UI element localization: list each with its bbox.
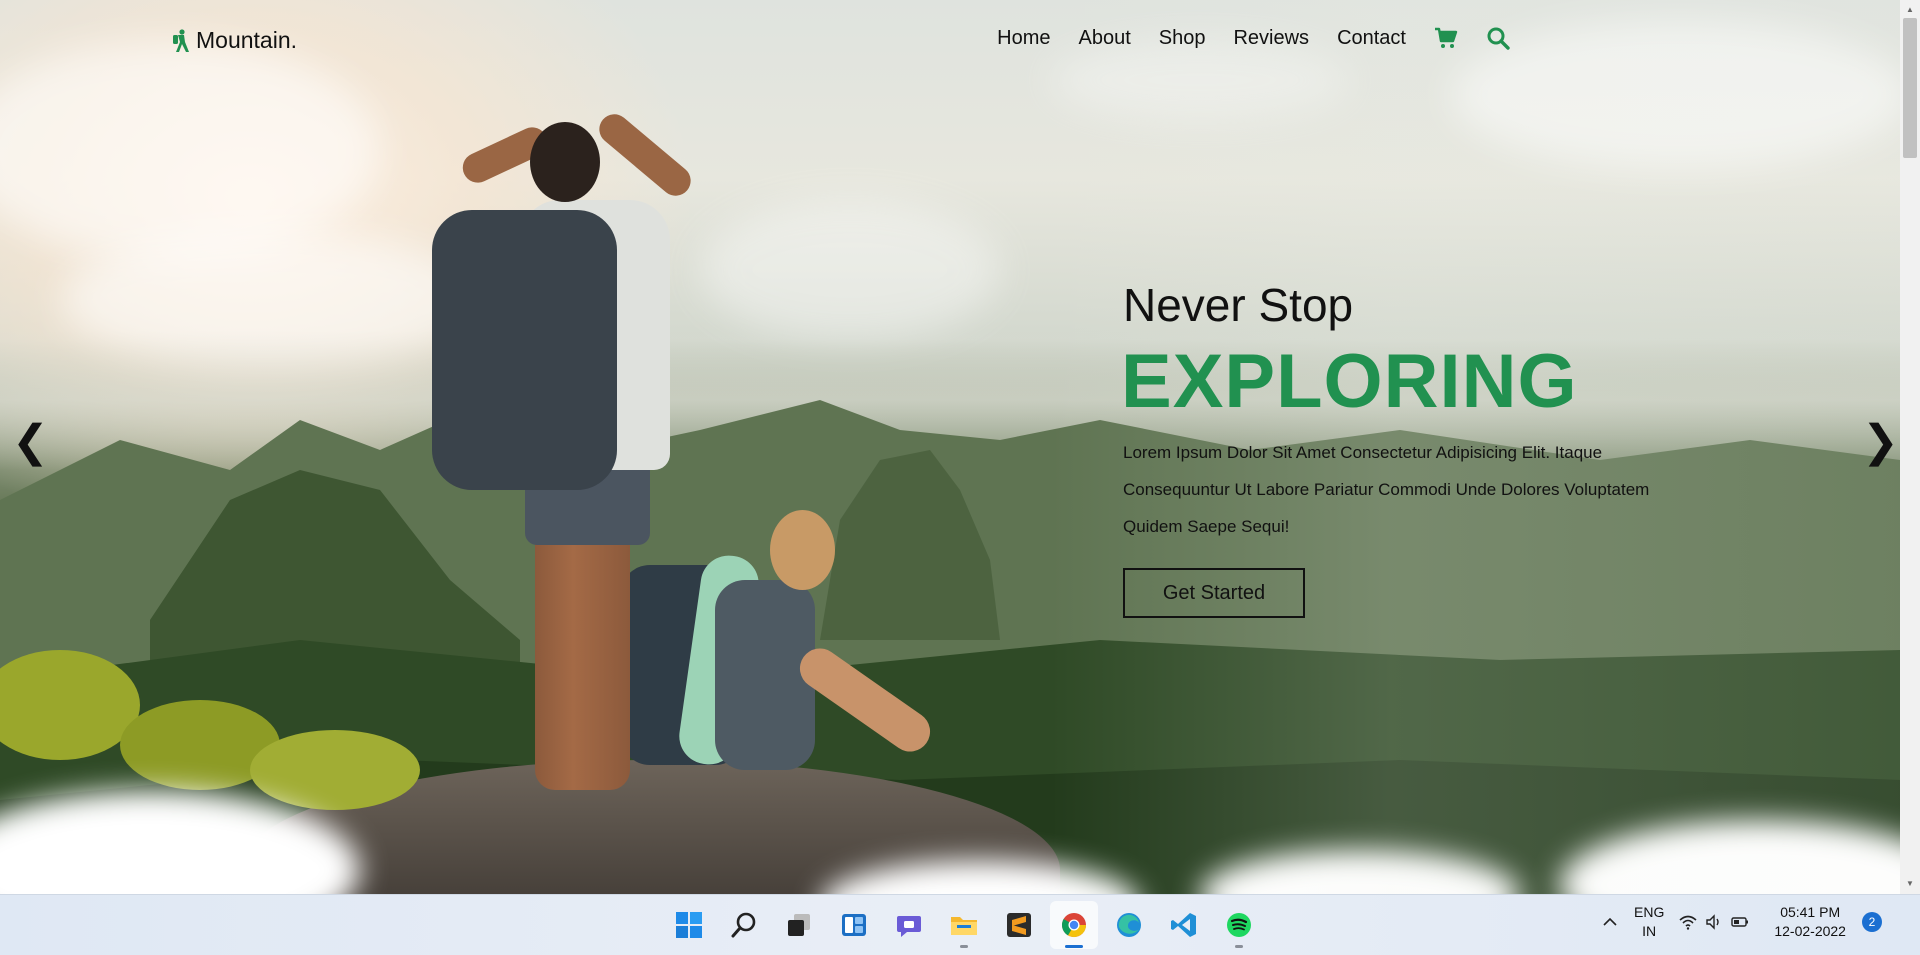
running-indicator xyxy=(960,945,968,948)
lang-region: IN xyxy=(1642,923,1657,939)
search-icon[interactable] xyxy=(1486,26,1510,50)
get-started-button[interactable]: Get Started xyxy=(1123,568,1305,618)
nav-home[interactable]: Home xyxy=(997,27,1050,50)
search-icon xyxy=(731,912,756,938)
windows-taskbar: ENG IN 05:41 PM 12-02-2022 2 xyxy=(0,894,1920,955)
shrub xyxy=(250,730,420,810)
edge-button[interactable] xyxy=(1105,901,1153,949)
chat-icon xyxy=(897,916,921,937)
slider-next-arrow[interactable]: ❯ xyxy=(1862,420,1899,464)
task-view-button[interactable] xyxy=(775,901,823,949)
widgets-button[interactable] xyxy=(830,901,878,949)
logo-text: Mountain. xyxy=(196,27,298,53)
cart-icon[interactable] xyxy=(1434,26,1458,50)
language-indicator[interactable]: ENG IN xyxy=(1634,903,1664,941)
main-nav: Home About Shop Reviews Contact xyxy=(997,26,1510,50)
clock-date: 12-02-2022 xyxy=(1774,923,1846,939)
quick-settings[interactable] xyxy=(1678,912,1750,932)
folder-icon xyxy=(951,917,977,935)
nav-contact[interactable]: Contact xyxy=(1337,27,1406,50)
clock-time: 05:41 PM xyxy=(1780,904,1841,920)
widgets-icon xyxy=(842,914,866,936)
lang-code: ENG xyxy=(1634,904,1665,920)
sublime-text-icon xyxy=(1007,913,1031,937)
wifi-icon xyxy=(1679,915,1697,930)
sublime-text-button[interactable] xyxy=(995,901,1043,949)
chevron-up-icon[interactable] xyxy=(1600,912,1620,932)
male-hiker-legs xyxy=(535,520,630,790)
chrome-button[interactable] xyxy=(1050,901,1098,949)
edge-icon xyxy=(1117,913,1141,937)
spotify-button[interactable] xyxy=(1215,901,1263,949)
scroll-thumb[interactable] xyxy=(1903,18,1917,158)
nav-reviews[interactable]: Reviews xyxy=(1233,27,1309,50)
vs-code-button[interactable] xyxy=(1160,901,1208,949)
file-explorer-button[interactable] xyxy=(940,901,988,949)
teams-chat-button[interactable] xyxy=(885,901,933,949)
start-button[interactable] xyxy=(665,901,713,949)
hero-description: Lorem Ipsum Dolor Sit Amet Consectetur A… xyxy=(1123,443,1650,536)
page-scrollbar[interactable]: ▲ ▼ xyxy=(1900,0,1920,894)
hero-title: EXPLORING xyxy=(1121,339,1578,424)
hero-section: Mountain. Home About Shop Reviews Contac… xyxy=(0,0,1900,894)
nav-shop[interactable]: Shop xyxy=(1159,27,1206,50)
cloud xyxy=(700,200,1000,340)
nav-about[interactable]: About xyxy=(1079,27,1131,50)
male-hiker-head xyxy=(530,122,600,202)
hiker-icon xyxy=(173,28,189,52)
notification-badge[interactable]: 2 xyxy=(1861,912,1882,932)
vs-code-icon xyxy=(1171,913,1196,937)
hero-subtitle: Never Stop xyxy=(1123,279,1354,331)
female-hiker-head xyxy=(770,510,835,590)
scroll-down-arrow-icon[interactable]: ▼ xyxy=(1900,876,1920,892)
battery-icon xyxy=(1731,917,1749,927)
taskbar-apps xyxy=(665,901,1263,949)
scroll-up-arrow-icon[interactable]: ▲ xyxy=(1900,2,1920,18)
active-indicator xyxy=(1065,945,1083,948)
clock[interactable]: 05:41 PM 12-02-2022 xyxy=(1774,903,1846,941)
chrome-icon xyxy=(1061,913,1086,938)
site-logo[interactable]: Mountain. xyxy=(170,27,297,54)
taskbar-search-button[interactable] xyxy=(720,901,768,949)
windows-logo-icon xyxy=(676,912,702,938)
slider-prev-arrow[interactable]: ❮ xyxy=(12,420,49,464)
spotify-icon xyxy=(1227,913,1251,937)
running-indicator xyxy=(1235,945,1243,948)
male-hiker-backpack xyxy=(432,210,617,490)
system-tray: ENG IN 05:41 PM 12-02-2022 2 xyxy=(1600,903,1882,941)
volume-icon xyxy=(1706,914,1720,930)
task-view-icon xyxy=(788,914,810,936)
